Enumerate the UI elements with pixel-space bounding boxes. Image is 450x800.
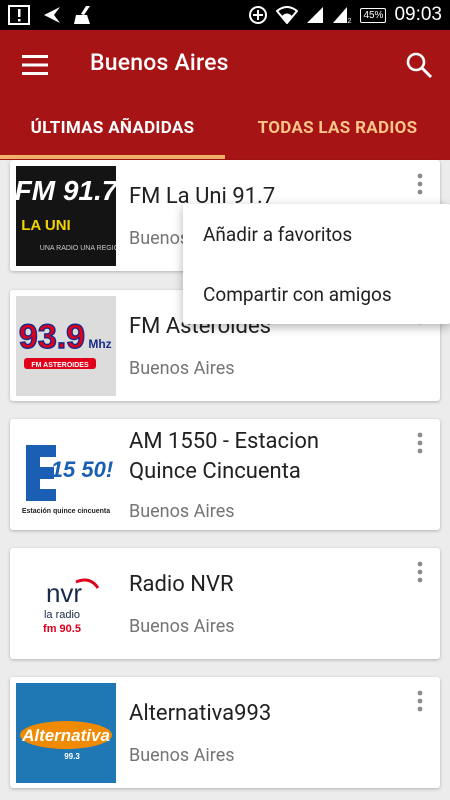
station-logo: 93.9 Mhz FM ASTEROIDES bbox=[16, 296, 116, 396]
station-card[interactable]: 15 50! Estación quince cincuenta AM 1550… bbox=[10, 419, 440, 530]
svg-text:Estación quince cincuenta: Estación quince cincuenta bbox=[22, 508, 110, 515]
svg-text:Alternativa: Alternativa bbox=[21, 726, 110, 745]
svg-text:FM ASTEROIDES: FM ASTEROIDES bbox=[31, 362, 89, 369]
search-icon[interactable] bbox=[405, 51, 433, 79]
svg-text:15 50!: 15 50! bbox=[51, 457, 113, 482]
status-bar-right: 2 45% 09:03 bbox=[248, 0, 442, 30]
station-card[interactable]: Alternativa 99.3 Alternativa993 Buenos A… bbox=[10, 677, 440, 788]
station-city: Buenos Aires bbox=[129, 745, 235, 766]
station-city: Buenos Aires bbox=[129, 358, 235, 379]
station-logo: Alternativa 99.3 bbox=[16, 683, 116, 783]
clock: 09:03 bbox=[394, 4, 442, 25]
status-bar: 2 45% 09:03 bbox=[0, 0, 450, 30]
station-name: Alternativa993 bbox=[129, 701, 272, 726]
svg-text:nvr: nvr bbox=[46, 578, 82, 608]
more-vert-icon[interactable] bbox=[412, 560, 428, 584]
notification-icon bbox=[8, 5, 30, 25]
more-vert-icon[interactable] bbox=[412, 431, 428, 455]
status-bar-left bbox=[8, 5, 94, 25]
data-saver-icon bbox=[249, 6, 268, 24]
tab-todas-las-radios[interactable]: TODAS LAS RADIOS bbox=[225, 118, 450, 138]
svg-text:99.3: 99.3 bbox=[64, 752, 80, 761]
menu-item-add-favorite[interactable]: Añadir a favoritos bbox=[183, 204, 450, 264]
svg-text:la radio: la radio bbox=[44, 609, 80, 621]
back-arrow-icon bbox=[44, 7, 60, 23]
page-title: Buenos Aires bbox=[90, 49, 229, 76]
battery-icon: 45% bbox=[360, 7, 387, 23]
more-vert-icon[interactable] bbox=[412, 172, 428, 196]
cleaner-icon bbox=[74, 6, 90, 24]
station-logo: FM 91.7 LA UNI UNA RADIO UNA REGIÓN bbox=[16, 166, 116, 266]
svg-text:fm 90.5: fm 90.5 bbox=[43, 623, 81, 635]
station-name: AM 1550 - Estacion Quince Cincuenta bbox=[129, 429, 320, 484]
signal-icon: 2 bbox=[333, 7, 352, 24]
station-card[interactable]: nvr la radio fm 90.5 Radio NVR Buenos Ai… bbox=[10, 548, 440, 659]
station-logo: nvr la radio fm 90.5 bbox=[16, 554, 116, 654]
svg-text:93.9: 93.9 bbox=[19, 318, 85, 356]
station-name: Radio NVR bbox=[129, 572, 234, 597]
app-bar: Buenos Aires ÚLTIMAS AÑADIDAS TODAS LAS … bbox=[0, 30, 450, 160]
overflow-menu: Añadir a favoritos Compartir con amigos bbox=[183, 204, 450, 324]
tab-ultimas-anadidas[interactable]: ÚLTIMAS AÑADIDAS bbox=[0, 118, 225, 138]
menu-icon[interactable] bbox=[22, 54, 48, 76]
station-city: Buenos Aires bbox=[129, 616, 235, 637]
svg-text:2: 2 bbox=[348, 18, 352, 24]
svg-text:LA UNI: LA UNI bbox=[21, 217, 70, 234]
tab-indicator bbox=[0, 155, 225, 159]
station-logo: 15 50! Estación quince cincuenta bbox=[16, 425, 116, 525]
svg-text:FM 91.7: FM 91.7 bbox=[16, 175, 116, 206]
svg-text:Mhz: Mhz bbox=[88, 337, 111, 351]
menu-item-share[interactable]: Compartir con amigos bbox=[183, 264, 450, 324]
more-vert-icon[interactable] bbox=[412, 689, 428, 713]
wifi-icon bbox=[276, 6, 299, 24]
svg-text:UNA RADIO UNA REGIÓN: UNA RADIO UNA REGIÓN bbox=[40, 243, 116, 252]
station-city: Buenos Aires bbox=[129, 501, 235, 522]
signal-icon bbox=[307, 7, 324, 23]
